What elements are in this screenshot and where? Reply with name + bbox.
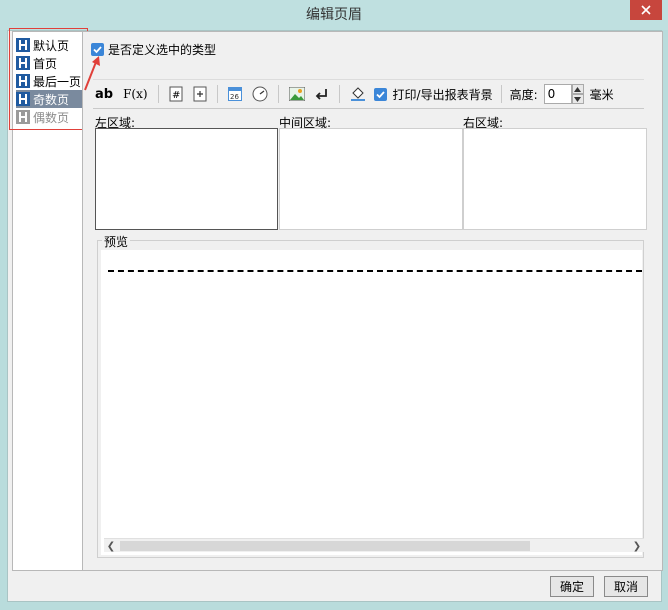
svg-text:#: # — [172, 90, 180, 101]
page-icon — [16, 110, 30, 124]
close-icon — [641, 5, 651, 15]
print-background-label: 打印/导出报表背景 — [392, 87, 493, 102]
scrollbar-thumb[interactable] — [120, 541, 530, 551]
window-title: 编辑页眉 — [306, 7, 362, 23]
define-type-checkbox-row[interactable]: 是否定义选中的类型 — [91, 41, 216, 58]
define-type-label: 是否定义选中的类型 — [108, 43, 217, 57]
right-region-editor[interactable] — [463, 128, 647, 230]
spin-down-button[interactable] — [571, 94, 584, 104]
page-type-label: 首页 — [33, 56, 58, 71]
toolbar-separator — [500, 85, 502, 103]
toolbar-separator — [338, 85, 340, 103]
height-spinner — [571, 84, 584, 104]
spin-up-button[interactable] — [571, 84, 584, 94]
ok-button[interactable]: 确定 — [550, 576, 594, 597]
clock-icon — [252, 86, 268, 102]
checkbox-checked-icon[interactable] — [91, 43, 104, 56]
checkbox-checked-icon — [375, 90, 385, 98]
unit-label: 毫米 — [589, 87, 614, 102]
page-icon — [16, 56, 30, 70]
page-type-label: 最后一页 — [33, 74, 82, 89]
line-break-button[interactable] — [313, 84, 331, 104]
image-icon — [288, 87, 305, 101]
page-icon — [16, 38, 30, 52]
page-type-odd[interactable]: 奇数页 — [16, 90, 88, 108]
toolbar-separator — [157, 85, 159, 103]
cancel-button[interactable]: 取消 — [604, 576, 648, 597]
page-type-first[interactable]: 首页 — [16, 54, 88, 72]
page-type-even[interactable]: 偶数页 — [16, 108, 88, 126]
preview-canvas: ❮ ❯ — [101, 250, 644, 555]
total-pages-icon — [193, 86, 207, 102]
page-type-label: 奇数页 — [33, 92, 70, 107]
page-type-label: 偶数页 — [33, 110, 70, 125]
total-pages-button[interactable] — [191, 84, 209, 104]
toolbar-separator — [216, 85, 218, 103]
insert-text-button[interactable]: ab — [93, 84, 115, 104]
insert-image-button[interactable] — [287, 84, 307, 104]
height-label: 高度: — [509, 87, 538, 102]
insert-date-button[interactable]: 26 — [226, 84, 244, 104]
toolbar: ab F(x) # 26 打印/导出报表背景 高度: 0 毫米 — [93, 79, 644, 109]
main-panel: 是否定义选中的类型 ab F(x) # 26 打印/导出报表背景 高度: 0 毫… — [82, 31, 663, 571]
paint-bucket-icon — [350, 87, 365, 101]
enter-icon — [315, 89, 327, 100]
calendar-icon: 26 — [227, 87, 242, 101]
height-input[interactable]: 0 — [543, 84, 572, 104]
svg-text:26: 26 — [230, 93, 239, 101]
chevron-up-icon — [574, 86, 582, 92]
dialog-body: 默认页 首页 最后一页 奇数页 偶数页 是否定义选中的类型 ab F(x) # … — [7, 28, 663, 602]
insert-time-button[interactable] — [250, 84, 270, 104]
page-number-button[interactable]: # — [167, 84, 185, 104]
page-type-list: 默认页 首页 最后一页 奇数页 偶数页 — [9, 28, 88, 571]
scroll-right-icon[interactable]: ❯ — [630, 539, 644, 553]
horizontal-scrollbar[interactable]: ❮ ❯ — [104, 538, 644, 552]
preview-group: 预览 ❮ ❯ — [97, 233, 644, 558]
print-background-checkbox[interactable] — [373, 87, 387, 101]
chevron-down-icon — [574, 96, 582, 102]
page-icon — [16, 92, 30, 106]
left-region-editor[interactable] — [95, 128, 278, 230]
scroll-left-icon[interactable]: ❮ — [104, 539, 118, 553]
page-number-icon: # — [169, 86, 183, 102]
preview-label: 预览 — [102, 233, 131, 250]
close-button[interactable] — [630, 0, 662, 20]
page-type-default[interactable]: 默认页 — [16, 36, 88, 54]
middle-region-editor[interactable] — [279, 128, 463, 230]
page-icon — [16, 74, 30, 88]
background-fill-button[interactable] — [348, 84, 368, 104]
toolbar-separator — [277, 85, 279, 103]
insert-formula-button[interactable]: F(x) — [121, 84, 149, 104]
header-dashed-line — [108, 270, 642, 272]
page-type-last[interactable]: 最后一页 — [16, 72, 88, 90]
page-type-label: 默认页 — [33, 38, 70, 53]
title-bar: 编辑页眉 — [0, 0, 668, 30]
